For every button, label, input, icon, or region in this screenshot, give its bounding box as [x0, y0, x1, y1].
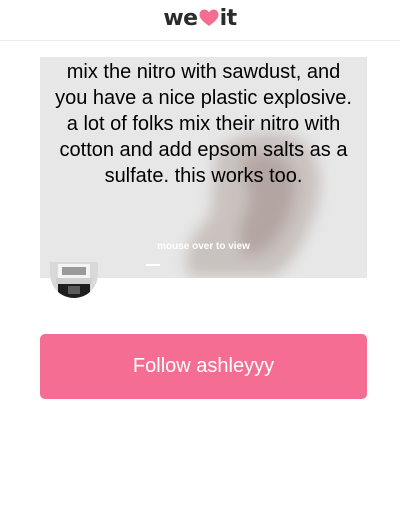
logo-text-right: it — [219, 5, 238, 31]
avatar[interactable] — [50, 262, 98, 298]
logo-wordmark: we it — [163, 0, 238, 36]
top-bar: we it — [0, 0, 400, 41]
image-card[interactable]: mix the nitro with sawdust, and you have… — [40, 57, 367, 278]
mouse-over-hint: mouse over to view — [157, 241, 250, 252]
quote-text: mix the nitro with sawdust, and you have… — [55, 61, 352, 187]
avatar-image — [50, 262, 98, 298]
follow-button[interactable]: Follow ashleyyy — [40, 334, 367, 399]
weheartit-logo[interactable]: we it — [0, 0, 400, 40]
heart-icon — [199, 9, 219, 26]
page: we it mix the nitro with sawdust, and yo… — [0, 0, 400, 526]
logo-text-left: we — [163, 5, 198, 31]
hint-underline — [146, 264, 160, 266]
